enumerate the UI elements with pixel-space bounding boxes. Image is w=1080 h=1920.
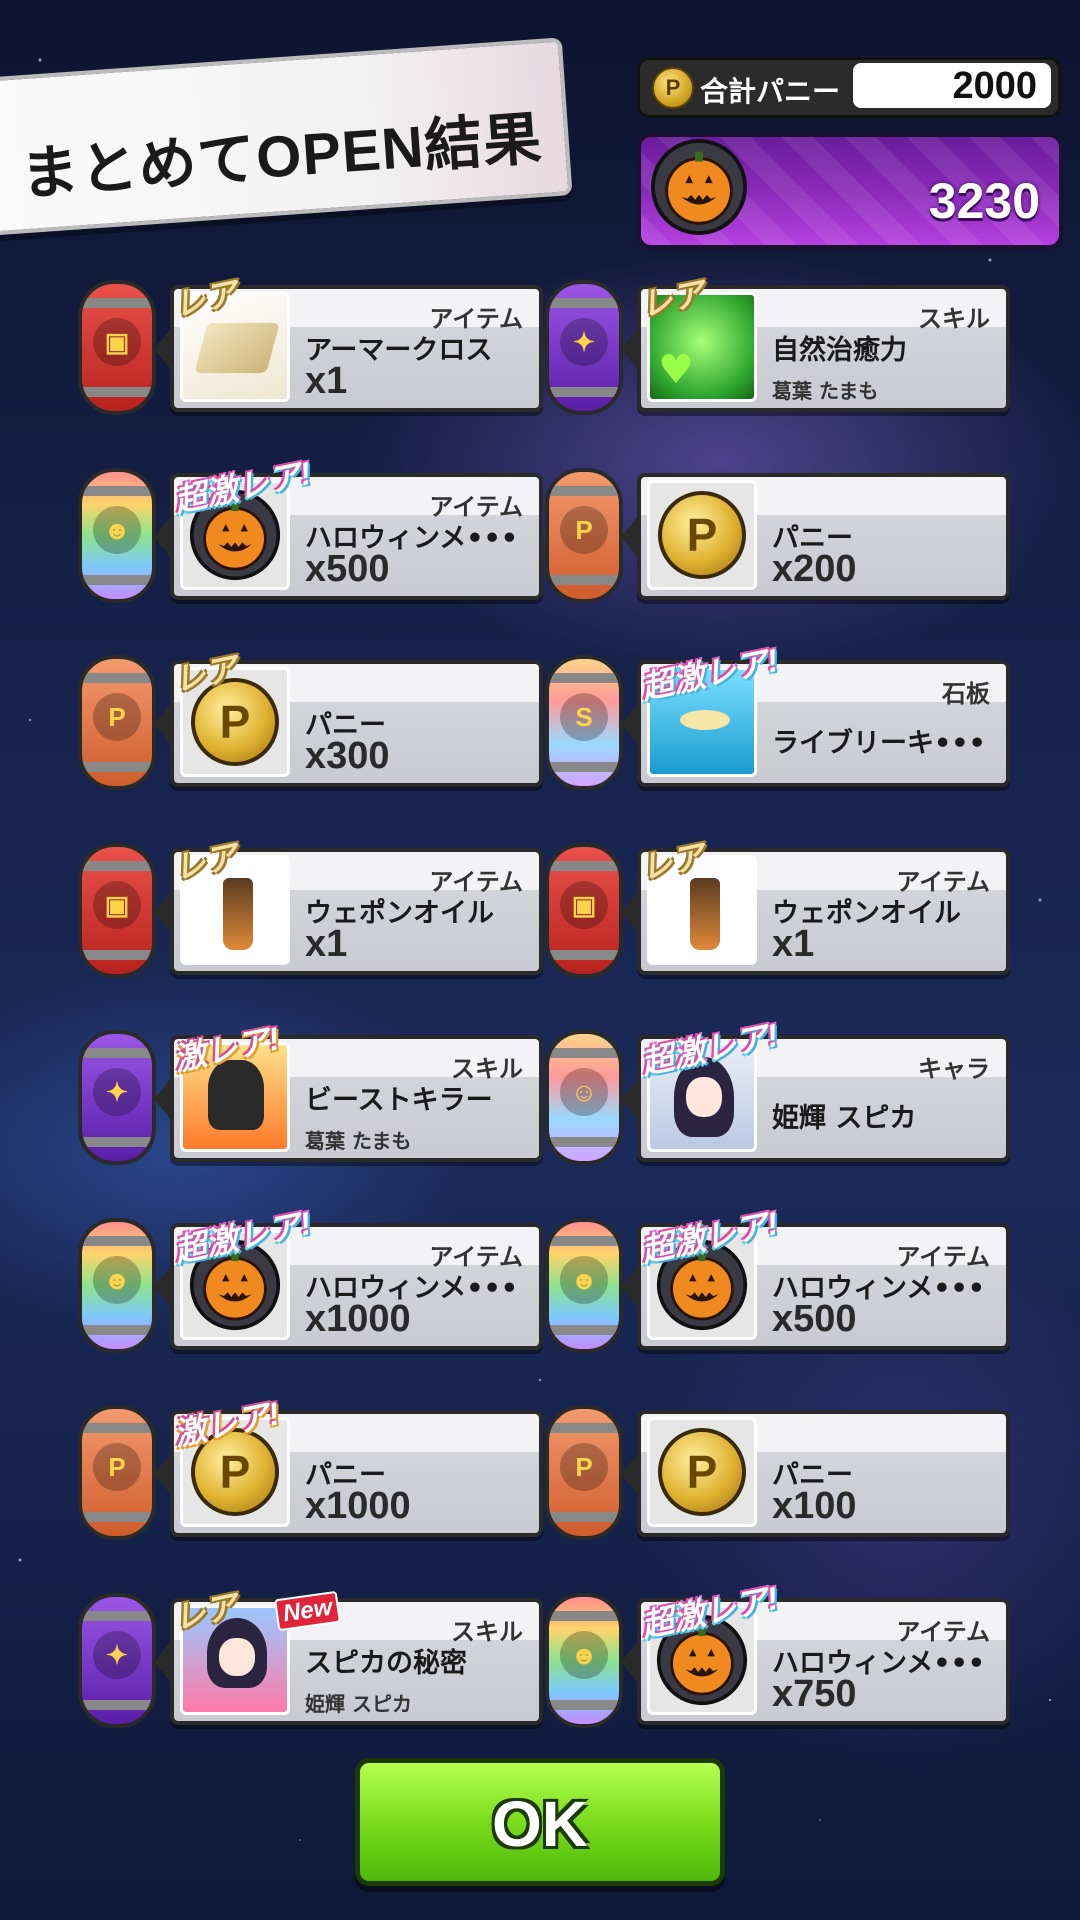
capsule-icon: ☻	[545, 1217, 623, 1353]
result-card[interactable]: P P パニー x1000 激レア!	[78, 1395, 548, 1545]
item-quantity: x500	[305, 547, 390, 590]
result-card[interactable]: ✦ スキル ビーストキラー 葛葉 たまも 激レア!	[78, 1020, 548, 1170]
capsule-icon: ☻	[545, 1592, 623, 1728]
result-card[interactable]: ✦スキル自然治癒力葛葉 たまもレア	[545, 275, 1015, 420]
item-quantity: x750	[772, 1672, 857, 1715]
capsule-icon: ☺	[545, 1030, 623, 1165]
item-owner: 葛葉 たまも	[305, 1129, 412, 1153]
ok-button[interactable]: OK	[355, 1758, 725, 1886]
panii-coin-icon: P	[647, 479, 757, 590]
capsule-icon: P	[545, 1405, 623, 1540]
item-owner: 葛葉 たまも	[772, 379, 879, 403]
item-quantity: x100	[772, 1485, 857, 1527]
capsule-icon: P	[545, 467, 623, 603]
result-card[interactable]: P P パニー x200	[545, 467, 1015, 608]
capsule-icon: ▣	[545, 842, 623, 978]
item-category: スキル	[918, 305, 990, 333]
total-panii-value: 2000	[952, 65, 1037, 107]
panii-coin-icon: P	[647, 1417, 757, 1527]
panii-coin-icon: P	[652, 67, 694, 109]
item-quantity: x1000	[305, 1485, 411, 1527]
capsule-icon: ▣	[78, 280, 156, 415]
item-name: ビーストキラー	[305, 1085, 493, 1116]
item-name: ライブリーキ•••	[772, 728, 986, 759]
capsule-icon: P	[78, 1405, 156, 1540]
item-name: スピカの秘密	[305, 1647, 467, 1679]
result-card[interactable]: ▣ アイテム アーマークロス x1 レア	[78, 275, 548, 420]
item-category: キャラ	[918, 1055, 990, 1083]
page-title: まとめてOPEN結果	[18, 106, 545, 208]
capsule-icon: S	[545, 655, 623, 790]
capsule-icon: ✦	[78, 1592, 156, 1728]
capsule-icon: ☻	[78, 1217, 156, 1353]
result-card[interactable]: ☻ アイテム ハロウィンメ••• x1000 超激レア!	[78, 1204, 548, 1358]
capsule-icon: ✦	[78, 1030, 156, 1165]
item-quantity: x1	[305, 922, 348, 965]
item-name: 自然治癒力	[772, 335, 907, 366]
result-card[interactable]: S 石板 ライブリーキ••• 超激レア!	[545, 642, 1015, 795]
total-panii-box: P 合計パニー 2000	[637, 57, 1061, 118]
item-category: 石板	[942, 680, 990, 708]
capsule-icon: ☻	[78, 467, 156, 603]
result-card[interactable]: P P パニー x300 レア	[78, 650, 548, 795]
result-card[interactable]: ▣ アイテム ウェポンオイル x1 レア	[545, 837, 1015, 983]
item-quantity: x1	[305, 360, 348, 402]
halloween-medal-icon	[650, 138, 748, 236]
capsule-icon: ▣	[78, 842, 156, 978]
result-card[interactable]: ☻ アイテム ハロウィンメ••• x500 超激レア!	[78, 454, 548, 608]
total-panii-label: 合計パニー	[700, 75, 841, 108]
item-quantity: x1	[772, 922, 815, 965]
capsule-icon: ✦	[545, 280, 623, 415]
item-quantity: x300	[305, 735, 390, 777]
result-card[interactable]: ☻ アイテム ハロウィンメ••• x500 超激レア!	[545, 1204, 1015, 1358]
capsule-icon: P	[78, 655, 156, 790]
result-card[interactable]: ✦ スキル スピカの秘密 姫輝 スピカ レア New	[78, 1587, 548, 1733]
result-card[interactable]: ☺ キャラ 姫輝 スピカ 超激レア!	[545, 1017, 1015, 1170]
item-name: 姫輝 スピカ	[772, 1103, 917, 1134]
result-card[interactable]: ▣ アイテム ウェポンオイル x1 レア	[78, 837, 548, 983]
item-quantity: x1000	[305, 1297, 411, 1340]
ok-button-label: OK	[492, 1788, 588, 1860]
halloween-medal-count: 3230	[928, 173, 1040, 229]
result-card[interactable]: ☻ アイテム ハロウィンメ••• x750 超激レア!	[545, 1579, 1015, 1733]
item-quantity: x200	[772, 547, 857, 590]
item-quantity: x500	[772, 1297, 857, 1340]
total-panii-value-box: 2000	[853, 63, 1051, 108]
result-card[interactable]: P P パニー x100	[545, 1405, 1015, 1545]
item-owner: 姫輝 スピカ	[305, 1691, 412, 1716]
title-banner: まとめてOPEN結果	[0, 37, 573, 236]
